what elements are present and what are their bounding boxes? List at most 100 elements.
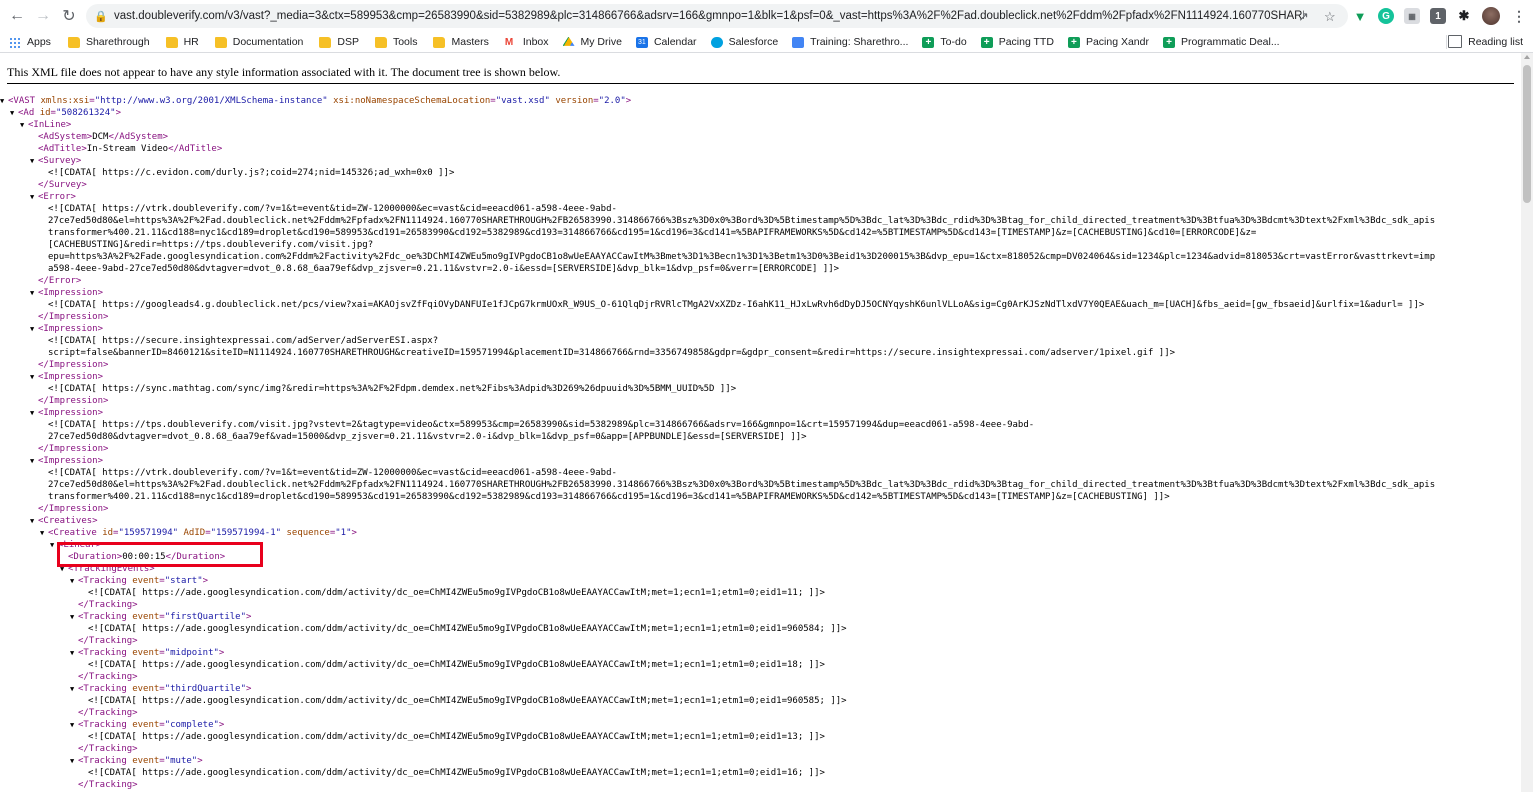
bookmark-my-drive[interactable]: My Drive: [562, 36, 622, 48]
bookmark-training[interactable]: Training: Sharethro...: [792, 36, 908, 48]
xml-line-text: </Impression>: [38, 444, 109, 454]
collapse-triangle-icon[interactable]: ▼: [20, 119, 24, 131]
scrollbar-thumb[interactable]: [1523, 65, 1531, 203]
xml-line: <![CDATA[ https://ade.googlesyndication.…: [0, 695, 1435, 707]
xml-line: </Impression>: [0, 503, 1435, 515]
collapse-triangle-icon[interactable]: ▼: [70, 755, 74, 767]
xml-line-text: <Tracking event="start">: [78, 576, 209, 586]
bookmark-salesforce[interactable]: Salesforce: [710, 36, 778, 48]
bookmark-pacing-xandr[interactable]: + Pacing Xandr: [1067, 36, 1149, 48]
xml-line: <![CDATA[ https://tps.doubleverify.com/v…: [0, 419, 1435, 431]
xml-line: transformer%400.21.11&cd188=nyc1&cd189=d…: [0, 227, 1435, 239]
collapse-triangle-icon[interactable]: ▼: [50, 539, 54, 551]
xml-line: </Impression>: [0, 311, 1435, 323]
bookmark-documentation[interactable]: Documentation: [214, 36, 303, 48]
xml-line-text: transformer%400.21.11&cd188=nyc1&cd189=d…: [48, 492, 1170, 502]
bookmark-star-icon[interactable]: ☆: [1324, 9, 1336, 25]
collapse-triangle-icon[interactable]: ▼: [0, 95, 4, 107]
xml-line-text: <Tracking event="mute">: [78, 756, 203, 766]
collapse-triangle-icon[interactable]: ▼: [30, 287, 34, 299]
xml-line: </Survey>: [0, 179, 1435, 191]
extensions-puzzle-icon[interactable]: ✱: [1456, 8, 1472, 24]
extension-tree-icon[interactable]: ▼: [1352, 8, 1368, 24]
xml-line: </Impression>: [0, 443, 1435, 455]
xml-line: <![CDATA[ https://secure.insightexpressa…: [0, 335, 1435, 347]
xml-line-text: </Tracking>: [78, 600, 138, 610]
bookmark-pacing-ttd[interactable]: + Pacing TTD: [980, 36, 1054, 48]
extension-grid-icon[interactable]: ▦: [1404, 8, 1420, 24]
xml-line-text: <Impression>: [38, 288, 104, 298]
plus-icon: +: [980, 36, 993, 48]
xml-line-text: <VAST xmlns:xsi="http://www.w3.org/2001/…: [8, 96, 632, 106]
collapse-triangle-icon[interactable]: ▼: [30, 407, 34, 419]
xml-document-tree: ▼ <VAST xmlns:xsi="http://www.w3.org/2001…: [0, 95, 1435, 791]
xml-line-text: </Tracking>: [78, 780, 138, 790]
xml-line: ▼ <Creative id="159571994" AdID="15957199…: [0, 527, 1435, 539]
collapse-triangle-icon[interactable]: ▼: [30, 455, 34, 467]
xml-line-text: <![CDATA[ https://vtrk.doubleverify.com/…: [48, 468, 617, 478]
browser-toolbar: ← → ↻ 🔒 vast.doubleverify.com/v3/vast?_m…: [0, 0, 1533, 32]
bookmark-to-do[interactable]: + To-do: [922, 36, 967, 48]
profile-avatar[interactable]: [1482, 7, 1500, 25]
xml-line: ▼ <Tracking event="firstQuartile">: [0, 611, 1435, 623]
bookmark-masters[interactable]: Masters: [433, 36, 489, 48]
xml-line: <![CDATA[ https://ade.googlesyndication.…: [0, 623, 1435, 635]
xml-line-text: <![CDATA[ https://sync.mathtag.com/sync/…: [48, 384, 737, 394]
xml-line-text: </Impression>: [38, 396, 109, 406]
xml-line-text: </Survey>: [38, 180, 87, 190]
collapse-triangle-icon[interactable]: ▼: [30, 515, 34, 527]
xml-line-text: </Impression>: [38, 360, 109, 370]
reading-list-button[interactable]: Reading list: [1448, 35, 1523, 48]
collapse-triangle-icon[interactable]: ▼: [70, 611, 74, 623]
folder-icon: [374, 36, 387, 48]
share-icon[interactable]: ↗: [1298, 9, 1309, 25]
apps-icon: [9, 36, 21, 48]
info-divider: [7, 83, 1514, 84]
bookmark-sharethrough[interactable]: Sharethrough: [67, 36, 150, 48]
xml-line-text: <![CDATA[ https://tps.doubleverify.com/v…: [48, 420, 1035, 430]
xml-line: ▼ <Tracking event="complete">: [0, 719, 1435, 731]
xml-line-text: <Tracking event="midpoint">: [78, 648, 225, 658]
collapse-triangle-icon[interactable]: ▼: [30, 155, 34, 167]
bookmark-programmatic-deal[interactable]: + Programmatic Deal...: [1162, 36, 1280, 48]
extension-grammarly-icon[interactable]: G: [1378, 8, 1394, 24]
xml-line-text: transformer%400.21.11&cd188=nyc1&cd189=d…: [48, 228, 1257, 238]
bookmarks-bar: Apps Sharethrough HR Documentation DSP T…: [0, 32, 1533, 53]
collapse-triangle-icon[interactable]: ▼: [30, 323, 34, 335]
address-bar[interactable]: 🔒 vast.doubleverify.com/v3/vast?_media=3…: [86, 4, 1348, 28]
bookmark-inbox[interactable]: M Inbox: [505, 36, 549, 48]
lock-icon[interactable]: 🔒: [94, 10, 108, 23]
xml-line-text: <Impression>: [38, 408, 104, 418]
collapse-triangle-icon[interactable]: ▼: [40, 527, 44, 539]
xml-line: <![CDATA[ https://ade.googlesyndication.…: [0, 731, 1435, 743]
bookmark-calendar[interactable]: 31 Calendar: [635, 36, 697, 48]
collapse-triangle-icon[interactable]: ▼: [70, 575, 74, 587]
vertical-scrollbar[interactable]: [1521, 53, 1533, 792]
back-arrow-icon[interactable]: ←: [6, 5, 28, 27]
scroll-up-arrow-icon[interactable]: [1524, 55, 1530, 59]
more-menu-icon[interactable]: ⋮: [1512, 8, 1526, 25]
url-text[interactable]: vast.doubleverify.com/v3/vast?_media=3&c…: [114, 10, 1304, 22]
xml-line: ▼ <Ad id="508261324">: [0, 107, 1435, 119]
collapse-triangle-icon[interactable]: ▼: [70, 647, 74, 659]
xml-line: a598-4eee-9abd-27ce7ed50d80&dvtagver=dvo…: [0, 263, 1435, 275]
collapse-triangle-icon[interactable]: ▼: [10, 107, 14, 119]
xml-line-text: [CACHEBUSTING]&redir=https://tps.doublev…: [48, 240, 374, 250]
reload-icon[interactable]: ↻: [58, 5, 80, 27]
bookmark-dsp[interactable]: DSP: [319, 36, 359, 48]
bookmark-hr[interactable]: HR: [165, 36, 199, 48]
collapse-triangle-icon[interactable]: ▼: [30, 371, 34, 383]
xml-line-text: <![CDATA[ https://c.evidon.com/durly.js?…: [48, 168, 455, 178]
bookmark-apps[interactable]: Apps: [9, 36, 51, 48]
collapse-triangle-icon[interactable]: ▼: [70, 719, 74, 731]
plus-icon: +: [922, 36, 935, 48]
collapse-triangle-icon[interactable]: ▼: [70, 683, 74, 695]
xml-line-text: </Impression>: [38, 504, 109, 514]
forward-arrow-icon[interactable]: →: [32, 5, 54, 27]
xml-line: [CACHEBUSTING]&redir=https://tps.doublev…: [0, 239, 1435, 251]
collapse-triangle-icon[interactable]: ▼: [30, 191, 34, 203]
bookmark-tools[interactable]: Tools: [374, 36, 417, 48]
extension-badge-icon[interactable]: 1: [1430, 8, 1446, 24]
xml-line: <![CDATA[ https://vtrk.doubleverify.com/…: [0, 203, 1435, 215]
xml-line-text: <Survey>: [38, 156, 82, 166]
